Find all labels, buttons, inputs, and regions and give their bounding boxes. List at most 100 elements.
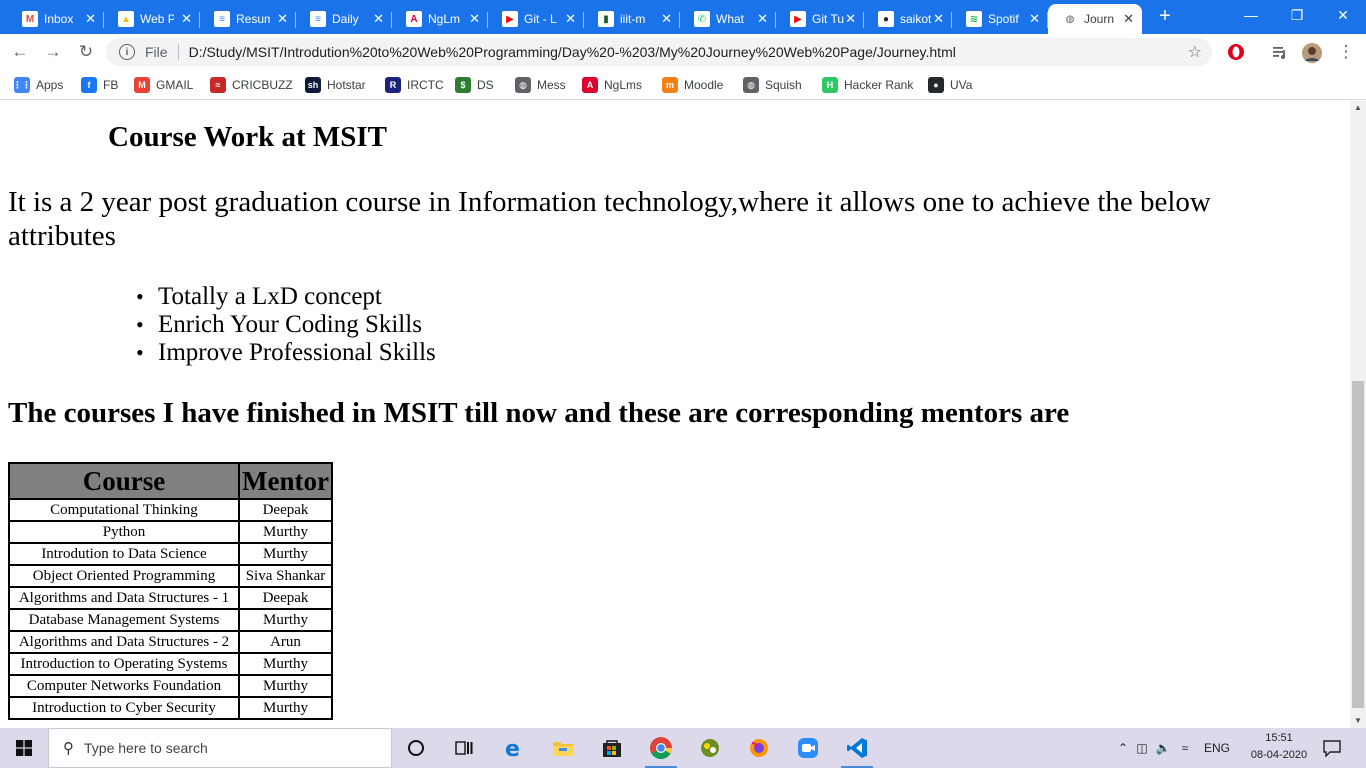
store-icon[interactable] bbox=[592, 732, 632, 764]
zoom-icon[interactable] bbox=[788, 732, 828, 764]
table-row: Algorithms and Data Structures - 2 Arun bbox=[9, 631, 332, 653]
menu-kebab-icon[interactable]: ⋮ bbox=[1334, 40, 1358, 64]
close-tab-icon[interactable]: ✕ bbox=[469, 11, 480, 27]
close-tab-icon[interactable]: ✕ bbox=[1029, 11, 1040, 27]
network-icon[interactable]: ◫ bbox=[1132, 741, 1152, 755]
close-tab-icon[interactable]: ✕ bbox=[565, 11, 576, 27]
close-tab-icon[interactable]: ✕ bbox=[933, 11, 944, 27]
language-indicator[interactable]: ENG bbox=[1204, 741, 1230, 755]
taskbar-clock[interactable]: 15:51 08-04-2020 bbox=[1244, 730, 1314, 764]
edge-icon[interactable]: e bbox=[494, 732, 534, 764]
app-icon: ▮ bbox=[598, 11, 614, 27]
volume-icon[interactable]: 🔈 bbox=[1152, 741, 1174, 755]
table-row: Object Oriented Programming Siva Shankar bbox=[9, 565, 332, 587]
tab-11[interactable]: ≋ Spotif ✕ bbox=[952, 4, 1048, 34]
bookmark-label: NgLms bbox=[604, 78, 643, 92]
tab-label: Git - L bbox=[524, 12, 557, 26]
taskbar-search-box[interactable]: ⚲ Type here to search bbox=[48, 728, 392, 768]
tab-4[interactable]: ≡ Daily ✕ bbox=[296, 4, 392, 34]
globe-icon: ◍ bbox=[743, 77, 759, 93]
bookmark-fb[interactable]: f FB bbox=[81, 76, 118, 94]
profile-avatar[interactable] bbox=[1301, 42, 1322, 63]
tab-7[interactable]: ▮ iiit-m ✕ bbox=[584, 4, 680, 34]
minimize-button[interactable]: — bbox=[1228, 0, 1274, 30]
bookmark-star-icon[interactable]: ☆ bbox=[1188, 42, 1202, 62]
task-view-icon[interactable] bbox=[444, 732, 484, 764]
close-tab-icon[interactable]: ✕ bbox=[661, 11, 672, 27]
notifications-icon[interactable] bbox=[1322, 728, 1342, 768]
forward-button[interactable]: → bbox=[41, 40, 65, 64]
whatsapp-icon: ✆ bbox=[694, 11, 710, 27]
tab-8[interactable]: ✆ What ✕ bbox=[680, 4, 776, 34]
hackerrank-icon: H bbox=[822, 77, 838, 93]
tab-5[interactable]: A NgLm ✕ bbox=[392, 4, 488, 34]
bookmark-label: Mess bbox=[537, 78, 566, 92]
bookmark-cricbuzz[interactable]: ≈ CRICBUZZ bbox=[210, 76, 293, 94]
column-header-mentor: Mentor bbox=[239, 463, 332, 499]
vscode-icon[interactable] bbox=[837, 732, 877, 768]
tab-2[interactable]: ▲ Web Pr ✕ bbox=[104, 4, 200, 34]
opera-extension-icon[interactable] bbox=[1226, 42, 1246, 62]
bookmark-hotstar[interactable]: sh Hotstar bbox=[305, 76, 366, 94]
back-button[interactable]: ← bbox=[8, 40, 32, 64]
restore-button[interactable]: ❐ bbox=[1274, 0, 1320, 30]
tab-12[interactable]: ◍ Journ ✕ bbox=[1048, 4, 1142, 34]
tab-label: Resum bbox=[236, 12, 270, 26]
tab-label: iiit-m bbox=[620, 12, 646, 26]
attributes-list: Totally a LxD concept Enrich Your Coding… bbox=[136, 283, 436, 367]
tab-10[interactable]: ● saikot ✕ bbox=[864, 4, 952, 34]
app-icon[interactable] bbox=[690, 732, 730, 764]
bookmark-gmail[interactable]: M GMAIL bbox=[134, 76, 193, 94]
reload-button[interactable]: ↻ bbox=[74, 40, 98, 64]
tab-label: NgLm bbox=[428, 12, 461, 26]
close-tab-icon[interactable]: ✕ bbox=[757, 11, 768, 27]
vertical-scrollbar[interactable]: ▲ ▼ bbox=[1350, 101, 1366, 728]
course-cell: Object Oriented Programming bbox=[9, 565, 239, 587]
close-tab-icon[interactable]: ✕ bbox=[277, 11, 288, 27]
close-tab-icon[interactable]: ✕ bbox=[85, 11, 96, 27]
bookmark-squish[interactable]: ◍ Squish bbox=[743, 76, 802, 94]
scroll-up-arrow-icon[interactable]: ▲ bbox=[1350, 101, 1366, 115]
page-heading: Course Work at MSIT bbox=[108, 121, 388, 153]
bookmark-uva[interactable]: ● UVa bbox=[928, 76, 972, 94]
media-control-icon[interactable] bbox=[1270, 42, 1290, 62]
tab-6[interactable]: ▶ Git - L ✕ bbox=[488, 4, 584, 34]
table-row: Introduction to Cyber Security Murthy bbox=[9, 697, 332, 719]
bookmark-irctc[interactable]: R IRCTC bbox=[385, 76, 444, 94]
cortana-icon[interactable] bbox=[396, 732, 436, 764]
bookmark-apps[interactable]: ⋮⋮ Apps bbox=[13, 76, 64, 94]
mentor-cell: Murthy bbox=[239, 697, 332, 719]
table-row: Python Murthy bbox=[9, 521, 332, 543]
wifi-icon[interactable]: ≈ bbox=[1174, 741, 1196, 755]
bookmark-ds[interactable]: $ DS bbox=[455, 76, 494, 94]
tab-1[interactable]: M Inbox ✕ bbox=[8, 4, 104, 34]
url-text[interactable]: D:/Study/MSIT/Introdution%20to%20Web%20P… bbox=[189, 44, 956, 60]
close-window-button[interactable]: ✕ bbox=[1320, 0, 1366, 30]
close-tab-icon[interactable]: ✕ bbox=[181, 11, 192, 27]
search-placeholder: Type here to search bbox=[84, 740, 208, 756]
tab-9[interactable]: ▶ Git Tu ✕ bbox=[776, 4, 864, 34]
course-cell: Database Management Systems bbox=[9, 609, 239, 631]
close-tab-icon[interactable]: ✕ bbox=[1123, 11, 1134, 27]
scroll-down-arrow-icon[interactable]: ▼ bbox=[1350, 714, 1366, 728]
address-bar[interactable]: i File D:/Study/MSIT/Introdution%20to%20… bbox=[106, 38, 1212, 66]
chrome-icon[interactable] bbox=[641, 732, 681, 768]
mentor-cell: Murthy bbox=[239, 543, 332, 565]
tab-3[interactable]: ≡ Resum ✕ bbox=[200, 4, 296, 34]
bookmark-moodle[interactable]: m Moodle bbox=[662, 76, 723, 94]
new-tab-button[interactable]: + bbox=[1154, 5, 1176, 27]
bookmark-label: Apps bbox=[36, 78, 64, 92]
scrollbar-thumb[interactable] bbox=[1352, 381, 1364, 708]
start-button[interactable] bbox=[0, 728, 48, 768]
list-item: Enrich Your Coding Skills bbox=[136, 311, 436, 339]
google-docs-icon: ≡ bbox=[214, 11, 230, 27]
bookmark-mess[interactable]: ◍ Mess bbox=[515, 76, 566, 94]
firefox-icon[interactable] bbox=[739, 732, 779, 764]
close-tab-icon[interactable]: ✕ bbox=[845, 11, 856, 27]
bookmark-nglms[interactable]: A NgLms bbox=[582, 76, 642, 94]
chevron-up-icon[interactable]: ⌃ bbox=[1114, 741, 1132, 755]
file-explorer-icon[interactable] bbox=[543, 732, 583, 764]
bookmark-hacker-rank[interactable]: H Hacker Rank bbox=[822, 76, 913, 94]
info-icon[interactable]: i bbox=[119, 44, 135, 60]
close-tab-icon[interactable]: ✕ bbox=[373, 11, 384, 27]
